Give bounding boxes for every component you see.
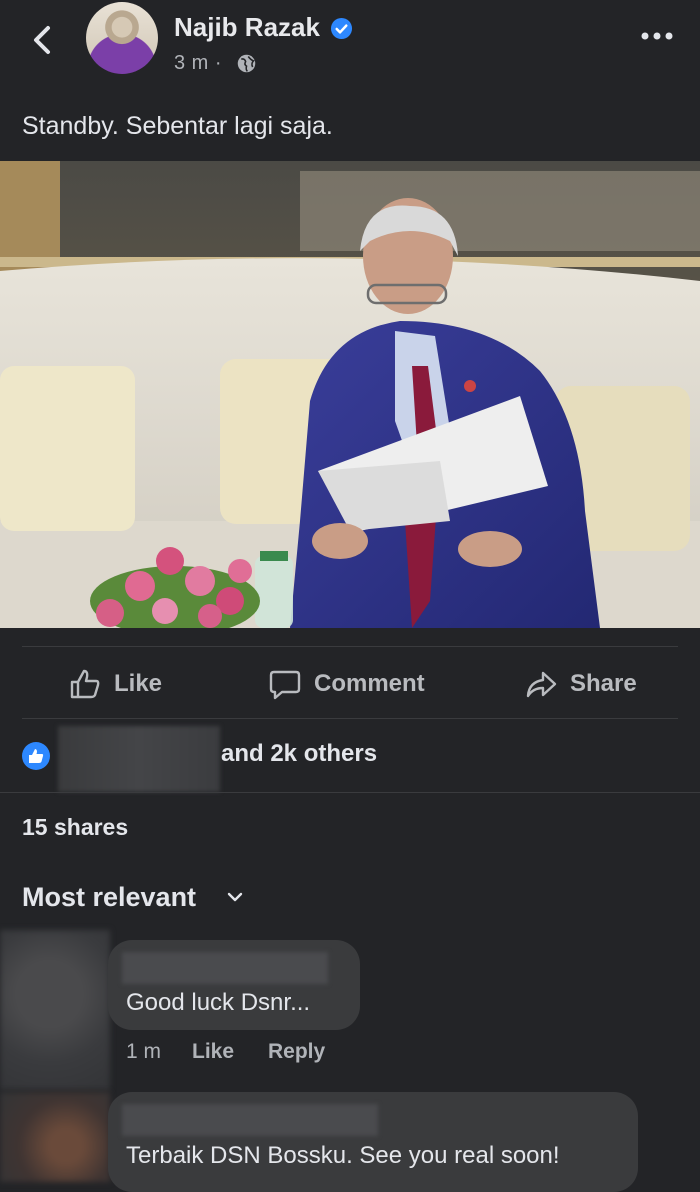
- verified-badge-icon: [330, 17, 353, 40]
- share-label: Share: [570, 670, 637, 697]
- like-reaction-icon[interactable]: [22, 742, 50, 770]
- commenter-name-blurred[interactable]: [122, 952, 328, 984]
- shares-count[interactable]: 15 shares: [22, 814, 128, 841]
- like-label: Like: [114, 670, 163, 697]
- divider: [22, 718, 678, 719]
- comment-text: Terbaik DSN Bossku. See you real soon!: [126, 1142, 560, 1169]
- comment-button[interactable]: Comment: [268, 664, 425, 704]
- reactions-summary[interactable]: and 2k others: [221, 740, 377, 768]
- comment-reply-button[interactable]: Reply: [268, 1040, 325, 1064]
- share-arrow-icon: [526, 671, 557, 698]
- sort-dropdown-label[interactable]: Most relevant: [22, 882, 196, 913]
- post-photo[interactable]: [0, 161, 700, 628]
- speech-bubble-icon: [269, 670, 301, 700]
- post-timestamp[interactable]: 3 m ·: [174, 52, 222, 75]
- comment-label: Comment: [314, 670, 425, 697]
- comment-bubble: Good luck Dsnr...: [108, 940, 360, 1030]
- divider: [22, 646, 678, 647]
- globe-icon: [237, 54, 256, 73]
- more-dots-icon[interactable]: [640, 28, 674, 44]
- thumbs-up-icon: [70, 669, 100, 699]
- thumbs-up-icon: [29, 749, 44, 763]
- divider: [0, 792, 700, 793]
- post-text: Standby. Sebentar lagi saja.: [22, 112, 333, 140]
- chevron-left-icon[interactable]: [28, 22, 58, 58]
- commenter-avatar[interactable]: [0, 930, 110, 1090]
- author-name[interactable]: Najib Razak: [174, 12, 320, 43]
- commenter-avatar[interactable]: [0, 1092, 110, 1182]
- post-header: Najib Razak 3 m ·: [0, 0, 700, 90]
- comment-like-button[interactable]: Like: [192, 1040, 234, 1064]
- chevron-down-icon[interactable]: [226, 888, 244, 906]
- commenter-name-blurred[interactable]: [122, 1104, 378, 1136]
- comment-bubble: Terbaik DSN Bossku. See you real soon!: [108, 1092, 638, 1192]
- author-avatar[interactable]: [86, 2, 158, 74]
- comment-time: 1 m: [126, 1040, 162, 1063]
- reactor-names-blurred: [58, 726, 220, 792]
- like-button[interactable]: Like: [68, 664, 162, 704]
- share-button[interactable]: Share: [524, 664, 637, 704]
- comment-text: Good luck Dsnr...: [126, 989, 311, 1016]
